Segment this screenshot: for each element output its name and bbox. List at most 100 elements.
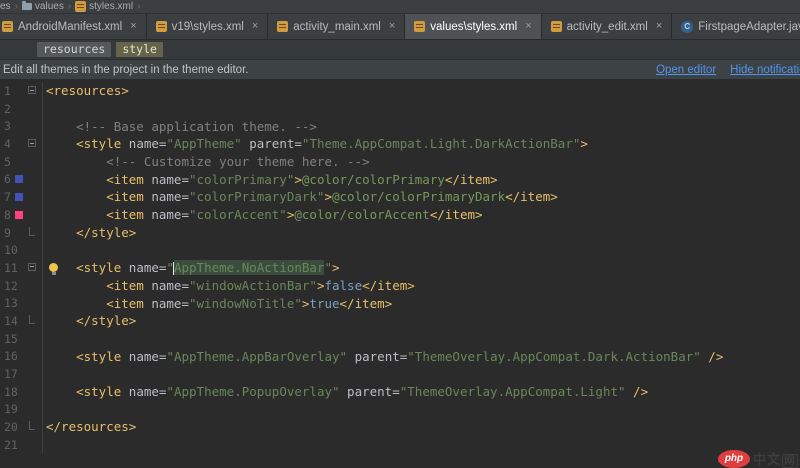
code-line[interactable]: 7 <item name="colorPrimaryDark">@color/c…	[0, 188, 800, 206]
breadcrumb-item[interactable]: styles.xml	[75, 1, 133, 12]
gutter: 7	[0, 188, 43, 206]
code-line[interactable]: 14 </style>	[0, 312, 800, 330]
line-number: 10	[4, 243, 18, 257]
code-text[interactable]: <resources>	[43, 83, 800, 98]
tab-label: values\styles.xml	[430, 21, 517, 33]
token: @color/colorPrimary	[302, 172, 445, 187]
code-line[interactable]: 13 <item name="windowNoTitle">true</item…	[0, 294, 800, 312]
chevron-right-icon: ›	[68, 1, 71, 12]
code-text[interactable]: <!-- Base application theme. -->	[43, 119, 800, 134]
code-line[interactable]: 1 <resources>	[0, 82, 800, 100]
code-line[interactable]: 20</resources>	[0, 418, 800, 436]
gutter: 10	[0, 241, 43, 259]
code-text[interactable]: </resources>	[43, 419, 800, 434]
code-text[interactable]: <item name="colorAccent">@color/colorAcc…	[43, 207, 800, 222]
code-line[interactable]: 12 <item name="windowActionBar">false</i…	[0, 277, 800, 295]
gutter: 16	[0, 347, 43, 365]
tab-androidmanifest-xml[interactable]: AndroidManifest.xml×	[0, 14, 147, 39]
code-text[interactable]: <style name="AppTheme.AppBarOverlay" par…	[43, 349, 800, 364]
fold-end-icon[interactable]	[29, 421, 35, 430]
code-line[interactable]: 8 <item name="colorAccent">@color/colorA…	[0, 206, 800, 224]
code-text[interactable]: <style name="AppTheme.NoActionBar">	[43, 260, 800, 275]
tab-label: activity_main.xml	[293, 21, 381, 33]
close-icon[interactable]: ×	[656, 21, 662, 32]
code-line[interactable]: 15	[0, 330, 800, 348]
code-line[interactable]: 11 <style name="AppTheme.NoActionBar">	[0, 259, 800, 277]
code-line[interactable]: 4 <style name="AppTheme" parent="Theme.A…	[0, 135, 800, 153]
token: name=	[129, 260, 167, 275]
code-line[interactable]: 3 <!-- Base application theme. -->	[0, 117, 800, 135]
color-swatch[interactable]	[15, 211, 23, 219]
fold-start-icon[interactable]	[28, 263, 36, 271]
token: />	[701, 349, 724, 364]
gutter: 9	[0, 224, 43, 242]
fold-end-icon[interactable]	[29, 227, 35, 236]
breadcrumb-item[interactable]: values	[22, 1, 64, 12]
token: "colorAccent"	[189, 207, 287, 222]
code-line[interactable]: 2	[0, 100, 800, 118]
color-swatch[interactable]	[15, 175, 23, 183]
code-line[interactable]: 16 <style name="AppTheme.AppBarOverlay" …	[0, 347, 800, 365]
tab-activity-main-xml[interactable]: activity_main.xml ×	[268, 14, 405, 39]
close-icon[interactable]: ×	[130, 21, 136, 32]
line-number: 18	[4, 385, 18, 399]
editor[interactable]: 1 <resources> 23 <!-- Base application the…	[0, 79, 800, 460]
hide-notification-link[interactable]: Hide notification	[730, 64, 800, 76]
token: name=	[151, 296, 189, 311]
close-icon[interactable]: ×	[389, 21, 395, 32]
line-number: 6	[4, 172, 11, 186]
code-text[interactable]: </style>	[43, 313, 800, 328]
tab-activity-edit-xml[interactable]: activity_edit.xml×	[542, 14, 673, 39]
token: >	[294, 172, 302, 187]
tab-values-styles-xml[interactable]: values\styles.xml ×	[405, 14, 541, 39]
code-line[interactable]: 9 </style>	[0, 224, 800, 242]
line-number: 4	[4, 137, 11, 151]
code-text[interactable]: <style name="AppTheme.PopupOverlay" pare…	[43, 384, 800, 399]
line-number: 1	[4, 84, 11, 98]
tab-firstpageadapter-java[interactable]: CFirstpageAdapter.java×	[672, 14, 800, 39]
code-line[interactable]: 6 <item name="colorPrimary">@color/color…	[0, 170, 800, 188]
open-editor-link[interactable]: Open editor	[656, 64, 716, 76]
code-text[interactable]: </style>	[43, 225, 800, 240]
code-text[interactable]: <item name="windowNoTitle">true</item>	[43, 296, 800, 311]
code-line[interactable]: 19	[0, 400, 800, 418]
code-line[interactable]: 5 <!-- Customize your theme here. -->	[0, 153, 800, 171]
token: <!-- Customize your theme here. -->	[46, 154, 370, 169]
code-text[interactable]: <!-- Customize your theme here. -->	[43, 154, 800, 169]
fold-end-icon[interactable]	[29, 315, 35, 324]
token: "Theme.AppCompat.Light.DarkActionBar"	[302, 136, 580, 151]
chevron-right-icon: ›	[137, 1, 140, 12]
token: parent=	[242, 136, 302, 151]
tab-v19-styles-xml[interactable]: v19\styles.xml×	[147, 14, 269, 39]
xml-crumb-resources[interactable]: resources	[37, 42, 111, 57]
close-icon[interactable]: ×	[252, 21, 258, 32]
token: "ThemeOverlay.AppCompat.Dark.ActionBar"	[407, 349, 701, 364]
fold-start-icon[interactable]	[28, 139, 36, 147]
token: name=	[151, 207, 189, 222]
color-swatch[interactable]	[15, 193, 23, 201]
xml-crumb-style[interactable]: style	[116, 42, 163, 57]
code-line[interactable]: 17	[0, 365, 800, 383]
token: name=	[129, 349, 167, 364]
code-text[interactable]: <item name="colorPrimaryDark">@color/col…	[43, 189, 800, 204]
code-line[interactable]: 21	[0, 436, 800, 454]
breadcrumb-item[interactable]: es	[0, 1, 11, 12]
code-line[interactable]: 10	[0, 241, 800, 259]
xml-file-icon	[551, 21, 562, 32]
token: "AppTheme.AppBarOverlay"	[166, 349, 347, 364]
watermark-text: 中文网	[753, 449, 798, 468]
token: AppTheme.NoActionBar	[174, 260, 325, 275]
code-line[interactable]: 18 <style name="AppTheme.PopupOverlay" p…	[0, 383, 800, 401]
line-number: 7	[4, 190, 11, 204]
code-text[interactable]: <item name="windowActionBar">false</item…	[43, 278, 800, 293]
fold-start-icon[interactable]	[28, 86, 36, 94]
close-icon[interactable]: ×	[525, 21, 531, 32]
token: <style	[46, 136, 129, 151]
token: >	[324, 189, 332, 204]
token: "AppTheme"	[166, 136, 241, 151]
notification-links: Open editor Hide notification	[656, 60, 800, 80]
intention-bulb-icon[interactable]	[49, 263, 59, 275]
line-number: 17	[4, 367, 18, 381]
code-text[interactable]: <item name="colorPrimary">@color/colorPr…	[43, 172, 800, 187]
code-text[interactable]: <style name="AppTheme" parent="Theme.App…	[43, 136, 800, 151]
